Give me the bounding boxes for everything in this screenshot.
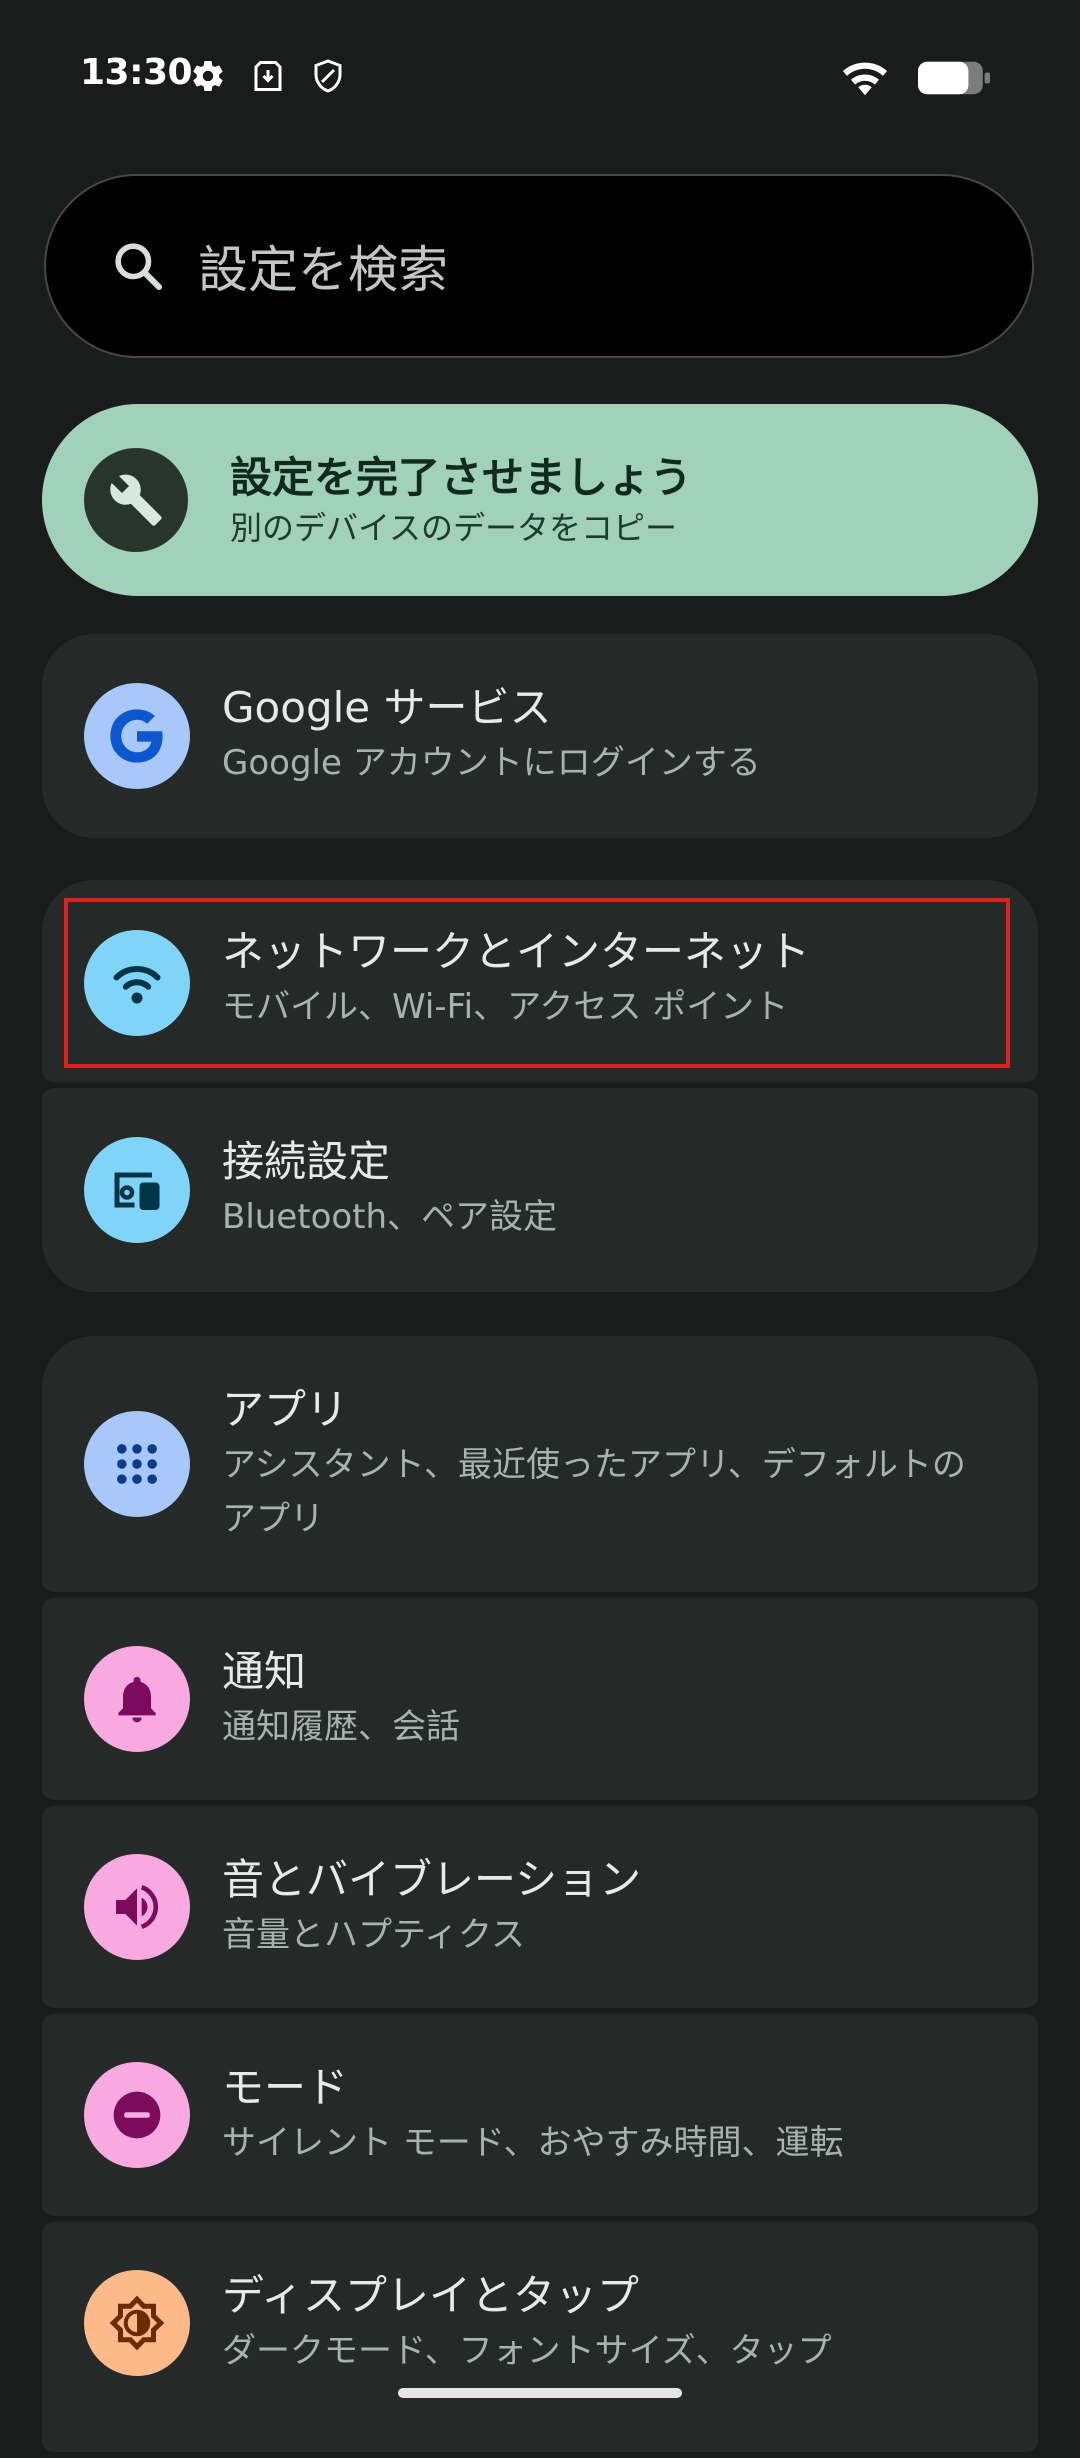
settings-group-device: アプリ アシスタント、最近使ったアプリ、デフォルトのアプリ 通知 通知履歴、会話… <box>42 1336 1038 2458</box>
bell-icon-container <box>84 1646 190 1752</box>
battery-icon <box>918 61 990 95</box>
speaker-icon-container <box>84 1854 190 1960</box>
wrench-icon <box>110 474 162 526</box>
settings-item-google[interactable]: Google サービス Google アカウントにログインする <box>42 634 1038 838</box>
settings-item-sound-text: 音とバイブレーション 音量とハプティクス <box>222 1852 998 1962</box>
apps-grid-icon-container <box>84 1411 190 1517</box>
settings-item-title: 通知 <box>222 1647 307 1696</box>
setup-subtitle: 別のデバイスのデータをコピー <box>230 509 678 547</box>
navigation-handle[interactable] <box>398 2388 682 2398</box>
settings-item-apps-text: アプリ アシスタント、最近使ったアプリ、デフォルトのアプリ <box>222 1382 998 1546</box>
brightness-icon <box>109 2295 165 2351</box>
settings-item-notifications[interactable]: 通知 通知履歴、会話 <box>42 1598 1038 1800</box>
gear-icon <box>193 61 223 92</box>
devices-icon <box>114 1172 160 1210</box>
settings-item-modes-text: モード サイレント モード、おやすみ時間、運転 <box>222 2060 998 2170</box>
settings-item-title: 音とバイブレーション <box>222 1855 642 1904</box>
settings-item-notifications-text: 通知 通知履歴、会話 <box>222 1644 998 1754</box>
devices-icon-container <box>84 1137 190 1243</box>
settings-item-title: Google サービス <box>222 683 552 732</box>
settings-item-display[interactable]: ディスプレイとタップ ダークモード、フォントサイズ、タップ <box>42 2222 1038 2452</box>
shield-icon <box>314 59 342 93</box>
settings-item-apps[interactable]: アプリ アシスタント、最近使ったアプリ、デフォルトのアプリ <box>42 1336 1038 1592</box>
settings-item-google-text: Google サービス Google アカウントにログインする <box>222 680 998 790</box>
settings-item-subtitle: Google アカウントにログインする <box>222 743 761 783</box>
settings-item-modes[interactable]: モード サイレント モード、おやすみ時間、運転 <box>42 2014 1038 2216</box>
setup-icon-container <box>84 448 188 552</box>
apps-grid-icon <box>117 1444 157 1484</box>
speaker-icon <box>116 1884 159 1930</box>
settings-item-subtitle: Bluetooth、ペア設定 <box>222 1197 558 1237</box>
settings-item-title: ディスプレイとタップ <box>222 2271 640 2320</box>
search-placeholder: 設定を検索 <box>198 241 448 299</box>
search-icon <box>115 243 163 291</box>
setup-title: 設定を完了させましょう <box>230 453 693 502</box>
settings-item-title: モード <box>222 2063 349 2112</box>
status-icons-right <box>842 58 990 98</box>
search-bar[interactable]: 設定を検索 <box>44 174 1034 358</box>
wifi-icon <box>842 62 888 96</box>
settings-item-sound[interactable]: 音とバイブレーション 音量とハプティクス <box>42 1806 1038 2008</box>
settings-item-subtitle: 通知履歴、会話 <box>222 1707 460 1747</box>
settings-item-subtitle: アシスタント、最近使ったアプリ、デフォルトのアプリ <box>222 1445 966 1539</box>
status-bar: 13:30 <box>0 0 1080 150</box>
settings-item-subtitle: サイレント モード、おやすみ時間、運転 <box>222 2123 844 2163</box>
settings-item-title: 接続設定 <box>222 1137 391 1186</box>
status-icons-left <box>190 58 346 94</box>
settings-item-subtitle: ダークモード、フォントサイズ、タップ <box>222 2331 832 2371</box>
download-icon <box>254 61 282 91</box>
settings-item-display-text: ディスプレイとタップ ダークモード、フォントサイズ、タップ <box>222 2268 998 2378</box>
brightness-icon-container <box>84 2270 190 2376</box>
settings-group-google: Google サービス Google アカウントにログインする <box>42 634 1038 838</box>
google-icon-container <box>84 683 190 789</box>
do-not-disturb-icon <box>113 2091 161 2139</box>
status-time: 13:30 <box>80 52 193 93</box>
google-icon <box>110 709 163 763</box>
highlight-box <box>64 898 1010 1068</box>
settings-item-connected-devices[interactable]: 接続設定 Bluetooth、ペア設定 <box>42 1088 1038 1292</box>
settings-item-title: アプリ <box>222 1385 349 1434</box>
do-not-disturb-icon-container <box>84 2062 190 2168</box>
setup-suggestion-card[interactable]: 設定を完了させましょう 別のデバイスのデータをコピー <box>42 404 1038 596</box>
bell-icon <box>118 1676 156 1723</box>
settings-item-subtitle: 音量とハプティクス <box>222 1915 525 1955</box>
settings-item-connected-devices-text: 接続設定 Bluetooth、ペア設定 <box>222 1134 998 1244</box>
setup-text: 設定を完了させましょう 別のデバイスのデータをコピー <box>230 450 692 550</box>
